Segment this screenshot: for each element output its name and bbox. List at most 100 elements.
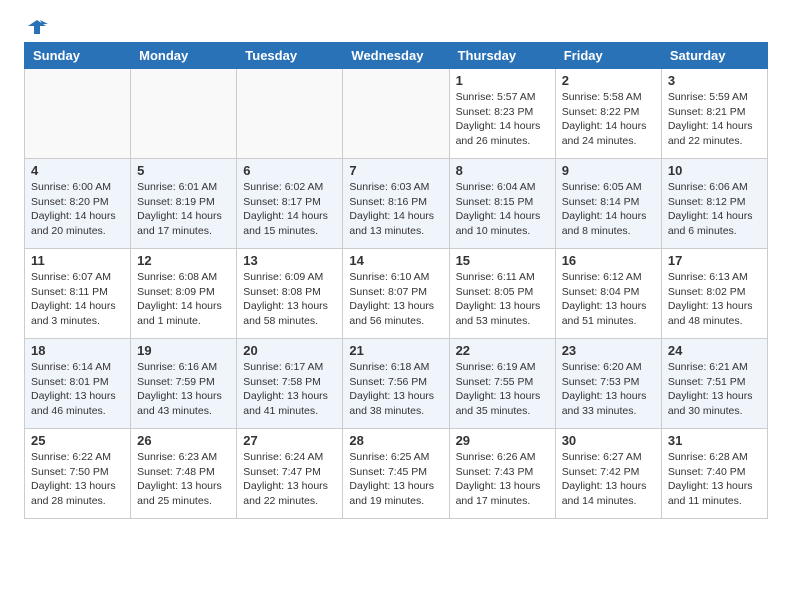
calendar-cell: 30Sunrise: 6:27 AM Sunset: 7:42 PM Dayli… xyxy=(555,429,661,519)
calendar-cell xyxy=(25,69,131,159)
day-number: 26 xyxy=(137,433,230,448)
day-number: 1 xyxy=(456,73,549,88)
calendar-cell: 12Sunrise: 6:08 AM Sunset: 8:09 PM Dayli… xyxy=(131,249,237,339)
day-of-week-header: Saturday xyxy=(661,43,767,69)
day-number: 23 xyxy=(562,343,655,358)
day-of-week-header: Wednesday xyxy=(343,43,449,69)
calendar-cell: 6 Sunrise: 6:02 AM Sunset: 8:17 PM Daylig… xyxy=(237,159,343,249)
calendar-cell xyxy=(343,69,449,159)
day-info: Sunrise: 6:16 AM Sunset: 7:59 PM Dayligh… xyxy=(137,360,230,419)
day-info: Sunrise: 6:13 AM Sunset: 8:02 PM Dayligh… xyxy=(668,270,761,329)
calendar-cell: 24 Sunrise: 6:21 AM Sunset: 7:51 PM Dayli… xyxy=(661,339,767,429)
day-info: Sunrise: 6:11 AM Sunset: 8:05 PM Dayligh… xyxy=(456,270,549,329)
calendar-cell: 21 Sunrise: 6:18 AM Sunset: 7:56 PM Dayli… xyxy=(343,339,449,429)
calendar-cell: 25Sunrise: 6:22 AM Sunset: 7:50 PM Dayli… xyxy=(25,429,131,519)
day-info: Sunrise: 6:24 AM Sunset: 7:47 PM Dayligh… xyxy=(243,450,336,509)
day-info: Sunrise: 6:17 AM Sunset: 7:58 PM Dayligh… xyxy=(243,360,336,419)
day-number: 11 xyxy=(31,253,124,268)
calendar-cell xyxy=(237,69,343,159)
day-info: Sunrise: 5:58 AM Sunset: 8:22 PM Dayligh… xyxy=(562,90,655,149)
day-number: 31 xyxy=(668,433,761,448)
day-of-week-header: Tuesday xyxy=(237,43,343,69)
day-info: Sunrise: 6:01 AM Sunset: 8:19 PM Dayligh… xyxy=(137,180,230,239)
logo-bird-icon xyxy=(26,16,48,38)
day-number: 4 xyxy=(31,163,124,178)
day-info: Sunrise: 6:04 AM Sunset: 8:15 PM Dayligh… xyxy=(456,180,549,239)
day-number: 14 xyxy=(349,253,442,268)
day-number: 27 xyxy=(243,433,336,448)
day-info: Sunrise: 6:14 AM Sunset: 8:01 PM Dayligh… xyxy=(31,360,124,419)
calendar-body: 1 Sunrise: 5:57 AM Sunset: 8:23 PM Daylig… xyxy=(25,69,768,519)
day-number: 15 xyxy=(456,253,549,268)
day-info: Sunrise: 5:57 AM Sunset: 8:23 PM Dayligh… xyxy=(456,90,549,149)
calendar-cell: 1 Sunrise: 5:57 AM Sunset: 8:23 PM Daylig… xyxy=(449,69,555,159)
day-of-week-header: Thursday xyxy=(449,43,555,69)
day-of-week-header: Friday xyxy=(555,43,661,69)
calendar-cell: 18 Sunrise: 6:14 AM Sunset: 8:01 PM Dayli… xyxy=(25,339,131,429)
day-number: 16 xyxy=(562,253,655,268)
calendar-cell: 23 Sunrise: 6:20 AM Sunset: 7:53 PM Dayli… xyxy=(555,339,661,429)
calendar-cell: 28Sunrise: 6:25 AM Sunset: 7:45 PM Dayli… xyxy=(343,429,449,519)
day-info: Sunrise: 6:26 AM Sunset: 7:43 PM Dayligh… xyxy=(456,450,549,509)
calendar-cell: 5 Sunrise: 6:01 AM Sunset: 8:19 PM Daylig… xyxy=(131,159,237,249)
day-info: Sunrise: 6:05 AM Sunset: 8:14 PM Dayligh… xyxy=(562,180,655,239)
calendar-cell: 26 Sunrise: 6:23 AM Sunset: 7:48 PM Dayli… xyxy=(131,429,237,519)
day-info: Sunrise: 6:07 AM Sunset: 8:11 PM Dayligh… xyxy=(31,270,124,329)
day-info: Sunrise: 6:03 AM Sunset: 8:16 PM Dayligh… xyxy=(349,180,442,239)
calendar-cell: 3 Sunrise: 5:59 AM Sunset: 8:21 PM Daylig… xyxy=(661,69,767,159)
day-info: Sunrise: 6:06 AM Sunset: 8:12 PM Dayligh… xyxy=(668,180,761,239)
day-number: 3 xyxy=(668,73,761,88)
day-info: Sunrise: 6:00 AM Sunset: 8:20 PM Dayligh… xyxy=(31,180,124,239)
calendar-header: SundayMondayTuesdayWednesdayThursdayFrid… xyxy=(25,43,768,69)
day-number: 5 xyxy=(137,163,230,178)
calendar-cell: 8 Sunrise: 6:04 AM Sunset: 8:15 PM Daylig… xyxy=(449,159,555,249)
day-info: Sunrise: 6:19 AM Sunset: 7:55 PM Dayligh… xyxy=(456,360,549,419)
logo xyxy=(24,16,48,34)
day-number: 20 xyxy=(243,343,336,358)
day-number: 22 xyxy=(456,343,549,358)
day-number: 2 xyxy=(562,73,655,88)
day-info: Sunrise: 6:02 AM Sunset: 8:17 PM Dayligh… xyxy=(243,180,336,239)
day-number: 28 xyxy=(349,433,442,448)
day-info: Sunrise: 6:22 AM Sunset: 7:50 PM Dayligh… xyxy=(31,450,124,509)
day-number: 6 xyxy=(243,163,336,178)
day-info: Sunrise: 6:18 AM Sunset: 7:56 PM Dayligh… xyxy=(349,360,442,419)
calendar-cell: 7Sunrise: 6:03 AM Sunset: 8:16 PM Daylig… xyxy=(343,159,449,249)
day-number: 21 xyxy=(349,343,442,358)
page-header xyxy=(0,0,792,42)
day-number: 18 xyxy=(31,343,124,358)
day-number: 8 xyxy=(456,163,549,178)
day-number: 29 xyxy=(456,433,549,448)
day-number: 19 xyxy=(137,343,230,358)
day-number: 17 xyxy=(668,253,761,268)
day-number: 24 xyxy=(668,343,761,358)
day-info: Sunrise: 5:59 AM Sunset: 8:21 PM Dayligh… xyxy=(668,90,761,149)
day-info: Sunrise: 6:21 AM Sunset: 7:51 PM Dayligh… xyxy=(668,360,761,419)
day-number: 13 xyxy=(243,253,336,268)
calendar-cell: 29 Sunrise: 6:26 AM Sunset: 7:43 PM Dayli… xyxy=(449,429,555,519)
day-info: Sunrise: 6:10 AM Sunset: 8:07 PM Dayligh… xyxy=(349,270,442,329)
calendar-cell: 15 Sunrise: 6:11 AM Sunset: 8:05 PM Dayli… xyxy=(449,249,555,339)
calendar-cell: 2 Sunrise: 5:58 AM Sunset: 8:22 PM Daylig… xyxy=(555,69,661,159)
calendar-cell: 31 Sunrise: 6:28 AM Sunset: 7:40 PM Dayli… xyxy=(661,429,767,519)
day-info: Sunrise: 6:09 AM Sunset: 8:08 PM Dayligh… xyxy=(243,270,336,329)
calendar-cell xyxy=(131,69,237,159)
calendar-cell: 10Sunrise: 6:06 AM Sunset: 8:12 PM Dayli… xyxy=(661,159,767,249)
day-info: Sunrise: 6:12 AM Sunset: 8:04 PM Dayligh… xyxy=(562,270,655,329)
calendar-cell: 13 Sunrise: 6:09 AM Sunset: 8:08 PM Dayli… xyxy=(237,249,343,339)
calendar-cell: 16 Sunrise: 6:12 AM Sunset: 8:04 PM Dayli… xyxy=(555,249,661,339)
calendar-table: SundayMondayTuesdayWednesdayThursdayFrid… xyxy=(24,42,768,519)
day-of-week-header: Monday xyxy=(131,43,237,69)
calendar-cell: 17 Sunrise: 6:13 AM Sunset: 8:02 PM Dayli… xyxy=(661,249,767,339)
day-info: Sunrise: 6:28 AM Sunset: 7:40 PM Dayligh… xyxy=(668,450,761,509)
day-info: Sunrise: 6:20 AM Sunset: 7:53 PM Dayligh… xyxy=(562,360,655,419)
day-number: 9 xyxy=(562,163,655,178)
calendar-cell: 9 Sunrise: 6:05 AM Sunset: 8:14 PM Daylig… xyxy=(555,159,661,249)
day-info: Sunrise: 6:23 AM Sunset: 7:48 PM Dayligh… xyxy=(137,450,230,509)
calendar-cell: 27 Sunrise: 6:24 AM Sunset: 7:47 PM Dayli… xyxy=(237,429,343,519)
calendar-cell: 11 Sunrise: 6:07 AM Sunset: 8:11 PM Dayli… xyxy=(25,249,131,339)
day-info: Sunrise: 6:08 AM Sunset: 8:09 PM Dayligh… xyxy=(137,270,230,329)
day-info: Sunrise: 6:27 AM Sunset: 7:42 PM Dayligh… xyxy=(562,450,655,509)
day-of-week-header: Sunday xyxy=(25,43,131,69)
calendar-cell: 4 Sunrise: 6:00 AM Sunset: 8:20 PM Daylig… xyxy=(25,159,131,249)
